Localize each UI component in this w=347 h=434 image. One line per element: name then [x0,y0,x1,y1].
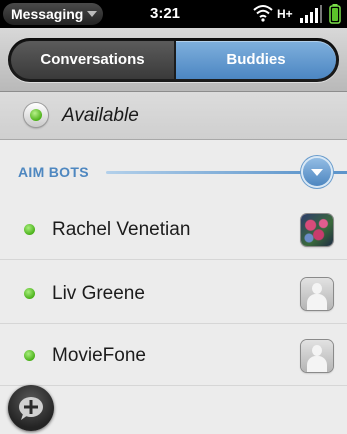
availability-status-icon [24,103,48,127]
chevron-down-icon [87,11,98,17]
app-menu-label: Messaging [11,6,84,22]
signal-bars-icon [299,4,323,24]
header: Conversations Buddies [0,28,347,92]
chevron-down-icon [311,169,323,176]
status-bar: Messaging 3:21 H+ [0,0,347,28]
new-message-icon [19,397,43,420]
generic-person-icon [301,278,333,310]
battery-icon [329,4,341,24]
generic-person-icon [301,340,333,372]
group-divider-line [106,171,318,174]
online-status-icon [24,288,35,299]
network-type: H+ [277,7,293,21]
availability-label: Available [62,105,139,126]
buddy-name: Liv Greene [52,283,145,304]
tab-buddies[interactable]: Buddies [176,41,336,79]
tab-conversations[interactable]: Conversations [11,41,174,79]
app-menu-button[interactable]: Messaging [3,3,104,25]
collapse-toggle-button[interactable] [303,158,331,186]
buddy-avatar-photo [301,214,333,246]
group-header-aim-bots[interactable]: AIM BOTS [0,150,347,194]
buddy-row[interactable]: MovieFone [0,326,347,386]
green-dot-icon [30,109,42,121]
buddy-row[interactable]: Rachel Venetian [0,200,347,260]
wifi-icon [253,4,275,24]
group-label: AIM BOTS [18,164,89,180]
availability-selector[interactable]: Available [0,92,347,140]
view-switcher: Conversations Buddies [8,38,339,82]
group-divider-line-end [332,171,347,174]
online-status-icon [24,350,35,361]
online-status-icon [24,224,35,235]
new-message-button[interactable] [8,385,54,431]
buddy-name: MovieFone [52,345,146,366]
buddy-row[interactable]: Liv Greene [0,264,347,324]
clock: 3:21 [150,5,181,22]
buddy-name: Rachel Venetian [52,219,191,240]
messaging-screen: Messaging 3:21 H+ Conversations Buddies … [0,0,347,434]
